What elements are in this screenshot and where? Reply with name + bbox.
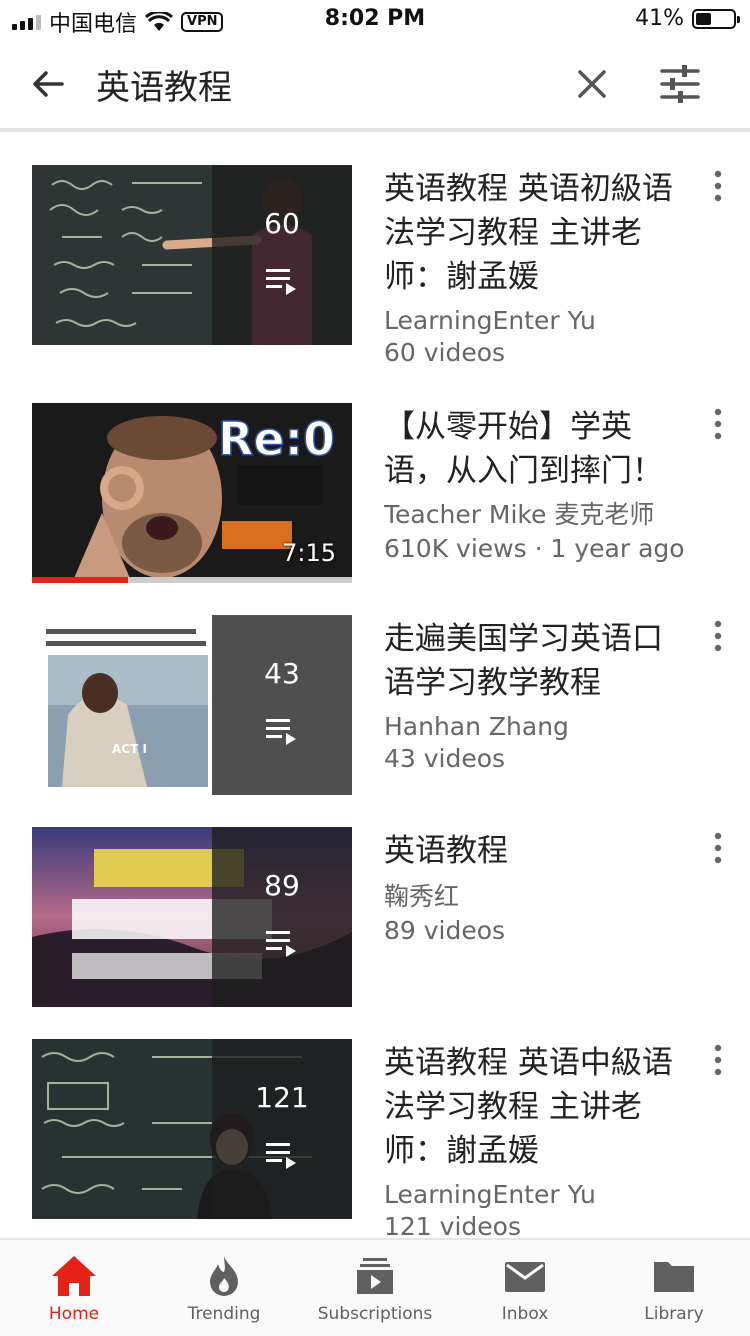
result-channel[interactable]: Hanhan Zhang	[384, 711, 569, 743]
result-channel[interactable]: Teacher Mike 麦克老师	[384, 499, 654, 531]
result-channel[interactable]: 鞠秀红	[384, 881, 459, 913]
result-meta: 610K views · 1 year ago	[384, 534, 685, 563]
nav-label: Home	[48, 1304, 100, 1324]
video-thumbnail[interactable]: Re:0 7:15	[32, 403, 352, 583]
results-list: 60 英语教程 英语初級语法学习教程 主讲老师：謝孟媛 LearningEnte…	[0, 130, 750, 1238]
result-meta: 43 videos	[384, 744, 506, 773]
result-meta: 121 videos	[384, 1212, 521, 1238]
playlist-icon	[266, 269, 296, 295]
battery-fill	[696, 12, 711, 25]
result-item[interactable]: ACT I 43 走遍美国学习英语口语学习教学教程 Hanhan Zhang 4…	[0, 615, 750, 825]
playlist-thumbnail[interactable]: 60	[32, 165, 352, 345]
subscriptions-icon	[357, 1258, 393, 1294]
more-options-button[interactable]	[706, 831, 730, 865]
video-duration: 7:15	[282, 539, 336, 567]
search-header: 英语教程	[0, 40, 750, 132]
result-channel[interactable]: LearningEnter Yu	[384, 305, 596, 337]
watch-progress-track	[32, 577, 352, 583]
result-item[interactable]: 121 英语教程 英语中級语法学习教程 主讲老师：謝孟媛 LearningEnt…	[0, 1039, 750, 1238]
nav-label: Subscriptions	[317, 1304, 433, 1324]
filter-button[interactable]	[656, 62, 704, 106]
playlist-icon	[266, 1143, 296, 1169]
result-item[interactable]: Re:0 7:15 【从零开始】学英语，从入门到摔门！ Teacher Mike…	[0, 403, 750, 613]
arrow-back-icon	[33, 71, 64, 97]
result-item[interactable]: 60 英语教程 英语初級语法学习教程 主讲老师：謝孟媛 LearningEnte…	[0, 165, 750, 375]
mail-icon	[505, 1262, 545, 1292]
battery-icon	[692, 8, 740, 29]
nav-label: Library	[644, 1304, 704, 1324]
tune-icon	[660, 65, 700, 103]
more-vert-icon	[714, 832, 722, 864]
more-vert-icon	[714, 620, 722, 652]
playlist-overlay: 121	[212, 1039, 352, 1219]
playlist-count: 43	[264, 657, 300, 690]
search-query[interactable]: 英语教程	[96, 60, 232, 109]
bottom-navigation: Home Trending Subscriptions Inbox Librar…	[0, 1238, 750, 1336]
more-options-button[interactable]	[706, 169, 730, 203]
playlist-thumbnail[interactable]: 89	[32, 827, 352, 1007]
thumb-logo-text: Re:0	[218, 412, 335, 466]
result-channel[interactable]: LearningEnter Yu	[384, 1179, 596, 1211]
nav-home[interactable]: Home	[4, 1254, 144, 1324]
status-bar: 中国电信 VPN 8:02 PM 41%	[0, 0, 750, 40]
more-vert-icon	[714, 1044, 722, 1076]
result-title[interactable]: 英语教程 英语初級语法学习教程 主讲老师：謝孟媛	[384, 167, 684, 299]
more-options-button[interactable]	[706, 619, 730, 653]
nav-inbox[interactable]: Inbox	[455, 1254, 595, 1324]
playlist-thumbnail[interactable]: 121	[32, 1039, 352, 1219]
nav-trending[interactable]: Trending	[154, 1254, 294, 1324]
folder-icon	[654, 1262, 694, 1292]
result-meta: 89 videos	[384, 916, 506, 945]
nav-label: Inbox	[501, 1304, 549, 1324]
battery-percent: 41%	[635, 6, 684, 31]
result-item[interactable]: 89 英语教程 鞠秀红 89 videos	[0, 827, 750, 1037]
svg-text:ACT I: ACT I	[112, 742, 147, 756]
nav-subscriptions[interactable]: Subscriptions	[305, 1254, 445, 1324]
nav-label: Trending	[187, 1304, 261, 1324]
playlist-overlay: 43	[212, 615, 352, 795]
clear-search-button[interactable]	[570, 62, 614, 106]
playlist-icon	[266, 931, 296, 957]
more-options-button[interactable]	[706, 407, 730, 441]
playlist-overlay: 89	[212, 827, 352, 1007]
watch-progress-fill	[32, 577, 128, 583]
more-options-button[interactable]	[706, 1043, 730, 1077]
result-title[interactable]: 走遍美国学习英语口语学习教学教程	[384, 617, 684, 705]
playlist-overlay: 60	[212, 165, 352, 345]
playlist-icon	[266, 719, 296, 745]
result-title[interactable]: 【从零开始】学英语，从入门到摔门！	[384, 405, 684, 493]
playlist-count: 60	[264, 207, 300, 240]
result-title[interactable]: 英语教程 英语中級语法学习教程 主讲老师：謝孟媛	[384, 1041, 684, 1173]
playlist-count: 89	[264, 869, 300, 902]
more-vert-icon	[714, 408, 722, 440]
back-button[interactable]	[26, 62, 70, 106]
flame-icon	[210, 1256, 238, 1296]
result-meta: 60 videos	[384, 338, 506, 367]
home-icon	[52, 1256, 96, 1296]
close-icon	[578, 70, 606, 98]
playlist-thumbnail[interactable]: ACT I 43	[32, 615, 352, 795]
playlist-count: 121	[255, 1081, 309, 1114]
status-right: 41%	[635, 6, 740, 31]
result-title[interactable]: 英语教程	[384, 829, 684, 873]
nav-library[interactable]: Library	[604, 1254, 744, 1324]
more-vert-icon	[714, 170, 722, 202]
